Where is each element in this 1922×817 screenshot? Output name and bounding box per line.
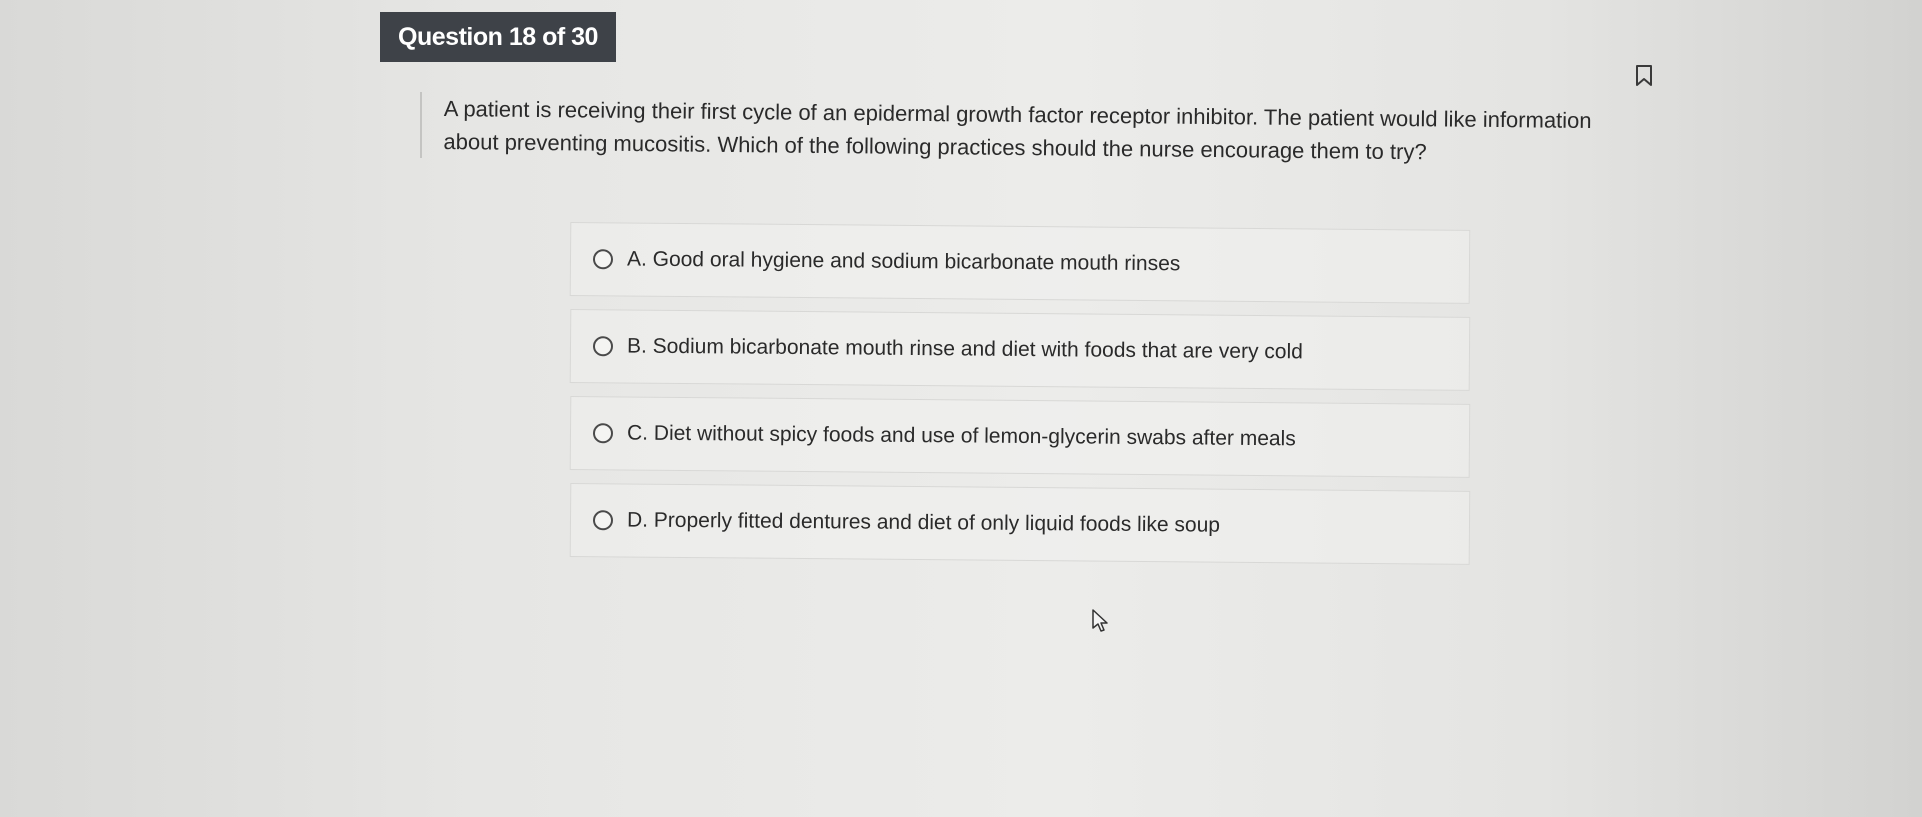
answer-option-label: C. Diet without spicy foods and use of l… [626, 421, 1296, 451]
answer-option-label: B. Sodium bicarbonate mouth rinse and di… [626, 334, 1303, 364]
question-counter-badge: Question 18 of 30 [380, 12, 616, 62]
radio-unselected-icon[interactable] [592, 249, 614, 270]
bookmark-icon[interactable] [1634, 64, 1654, 88]
answer-option-b[interactable]: B. Sodium bicarbonate mouth rinse and di… [569, 309, 1471, 391]
question-stem: A patient is receiving their first cycle… [420, 92, 1644, 164]
answer-option-label: A. Good oral hygiene and sodium bicarbon… [626, 247, 1181, 276]
radio-unselected-icon[interactable] [592, 510, 614, 531]
answer-options: A. Good oral hygiene and sodium bicarbon… [569, 222, 1471, 570]
radio-unselected-icon[interactable] [592, 423, 614, 444]
radio-unselected-icon[interactable] [592, 336, 614, 357]
answer-option-a[interactable]: A. Good oral hygiene and sodium bicarbon… [569, 222, 1471, 304]
answer-option-c[interactable]: C. Diet without spicy foods and use of l… [569, 396, 1471, 478]
mouse-pointer-icon [1090, 608, 1112, 634]
answer-option-d[interactable]: D. Properly fitted dentures and diet of … [569, 483, 1471, 565]
question-text: A patient is receiving their first cycle… [443, 95, 1592, 165]
answer-option-label: D. Properly fitted dentures and diet of … [626, 508, 1221, 537]
